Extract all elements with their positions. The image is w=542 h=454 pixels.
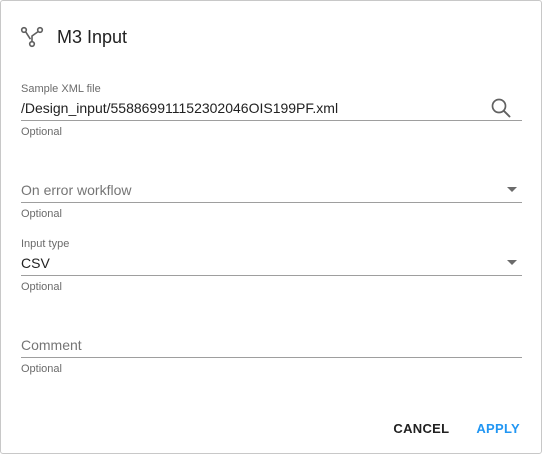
- chevron-down-icon[interactable]: [507, 260, 517, 265]
- on-error-workflow-hint: Optional: [21, 208, 62, 220]
- apply-button[interactable]: APPLY: [476, 421, 520, 436]
- workflow-branch-icon: [20, 25, 44, 49]
- sample-xml-label: Sample XML file: [21, 83, 101, 95]
- input-type-hint: Optional: [21, 281, 62, 293]
- sample-xml-value: /Design_input/558869911152302046OIS199PF…: [21, 100, 339, 116]
- on-error-workflow-field: On error workflow Optional: [21, 178, 522, 221]
- comment-placeholder: Comment: [21, 337, 82, 353]
- comment-input[interactable]: Comment: [21, 333, 522, 358]
- dialog-title: M3 Input: [57, 26, 128, 47]
- input-type-field: Input type CSV Optional: [21, 238, 522, 294]
- on-error-workflow-placeholder: On error workflow: [21, 182, 132, 198]
- sample-xml-input[interactable]: /Design_input/558869911152302046OIS199PF…: [21, 96, 522, 121]
- input-type-select[interactable]: CSV: [21, 251, 522, 276]
- on-error-workflow-select[interactable]: On error workflow: [21, 178, 522, 203]
- sample-xml-hint: Optional: [21, 126, 62, 138]
- comment-field: Comment Optional: [21, 333, 522, 376]
- search-icon[interactable]: [490, 97, 512, 119]
- comment-hint: Optional: [21, 363, 62, 375]
- m3-input-dialog: M3 Input Sample XML file /Design_input/5…: [0, 0, 542, 454]
- dialog-actions: CANCEL APPLY: [393, 421, 520, 436]
- input-type-value: CSV: [21, 255, 50, 271]
- sample-xml-field: Sample XML file /Design_input/5588699111…: [21, 83, 522, 139]
- chevron-down-icon[interactable]: [507, 187, 517, 192]
- input-type-label: Input type: [21, 238, 70, 250]
- dialog-header: M3 Input: [20, 25, 127, 49]
- cancel-button[interactable]: CANCEL: [393, 421, 449, 436]
